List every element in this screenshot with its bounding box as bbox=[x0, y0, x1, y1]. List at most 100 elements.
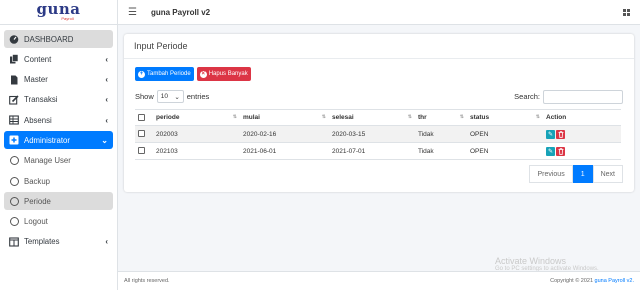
next-page-button[interactable]: Next bbox=[592, 165, 623, 183]
trash-icon[interactable] bbox=[556, 129, 565, 139]
footer-copyright: Copyright © 2021 guna Payroll v2. bbox=[550, 278, 634, 284]
columns-icon bbox=[9, 237, 19, 247]
sidebar-item-master[interactable]: Master ‹ bbox=[4, 71, 113, 89]
column-header-periode[interactable]: periode ⇅ bbox=[153, 109, 240, 126]
chevron-left-icon: ‹ bbox=[105, 115, 108, 125]
sidebar-item-label: Manage User bbox=[24, 156, 71, 166]
circle-icon bbox=[9, 196, 19, 206]
page-1-button[interactable]: 1 bbox=[572, 165, 593, 183]
periode-table: periode ⇅ mulai ⇅ selesai ⇅ thr ⇅ status ⇅ Ac… bbox=[135, 109, 621, 160]
sort-icon: ⇅ bbox=[459, 114, 464, 120]
cell-periode: 202103 bbox=[153, 142, 240, 160]
cell-selesai: 2020-03-15 bbox=[329, 125, 415, 143]
watermark-title: Activate Windows bbox=[495, 256, 567, 266]
column-header-thr[interactable]: thr ⇅ bbox=[415, 109, 467, 126]
cell-mulai: 2020-02-16 bbox=[240, 125, 329, 143]
edit-icon bbox=[9, 95, 19, 105]
search-input[interactable] bbox=[543, 89, 623, 104]
page-title: guna Payroll v2 bbox=[150, 7, 211, 17]
pagination: Previous 1 Next bbox=[135, 165, 623, 183]
row-checkbox[interactable] bbox=[138, 130, 145, 138]
sidebar-nav: DASHBOARD Content ‹ Master ‹ Transaksi ‹ bbox=[0, 25, 117, 258]
circle-icon bbox=[9, 176, 19, 186]
sidebar-item-label: Transaksi bbox=[24, 95, 58, 105]
row-checkbox[interactable] bbox=[138, 147, 145, 155]
chevron-left-icon: ‹ bbox=[105, 95, 108, 105]
sidebar-item-label: DASHBOARD bbox=[24, 34, 74, 44]
sidebar-item-label: Content bbox=[24, 54, 52, 64]
sidebar-item-label: Templates bbox=[24, 237, 60, 247]
sidebar-item-absensi[interactable]: Absensi ‹ bbox=[4, 111, 113, 129]
footer-rights: All rights reserved. bbox=[124, 278, 170, 284]
sidebar-item-logout[interactable]: Logout bbox=[4, 213, 113, 231]
file-icon bbox=[9, 75, 19, 85]
add-periode-label: Tambah Periode bbox=[147, 71, 191, 77]
cell-mulai: 2021-06-01 bbox=[240, 142, 329, 160]
select-all-checkbox[interactable] bbox=[138, 113, 145, 121]
brand-logo[interactable]: guna Payroll bbox=[0, 0, 117, 25]
footer: All rights reserved. Copyright © 2021 gu… bbox=[118, 271, 640, 290]
entries-select[interactable]: 10 ⌄ bbox=[156, 90, 184, 103]
cell-thr: Tidak bbox=[415, 142, 467, 160]
cell-selesai: 2021-07-01 bbox=[329, 142, 415, 160]
delete-many-button[interactable]: × Hapus Banyak bbox=[196, 67, 251, 81]
sort-icon: ⇅ bbox=[407, 114, 412, 120]
column-header-status[interactable]: status ⇅ bbox=[467, 109, 543, 126]
sort-icon: ⇅ bbox=[321, 114, 326, 120]
plus-square-icon bbox=[9, 135, 19, 145]
chevron-down-icon: ⌄ bbox=[101, 135, 108, 145]
menu-toggle-icon[interactable]: ☰ bbox=[128, 7, 137, 18]
copyright-text: Copyright © 2021 bbox=[550, 278, 594, 284]
table-icon bbox=[9, 115, 19, 125]
cell-status: OPEN bbox=[467, 125, 543, 143]
chevron-left-icon: ‹ bbox=[105, 237, 108, 247]
entries-label: entries bbox=[186, 92, 210, 101]
column-header-action: Action bbox=[543, 109, 621, 126]
table-row: 202003 2020-02-16 2020-03-15 Tidak OPEN … bbox=[135, 125, 621, 143]
sidebar-item-administrator[interactable]: Administrator ⌄ bbox=[4, 131, 113, 150]
footer-link[interactable]: guna Payroll v2. bbox=[595, 278, 634, 284]
sidebar-item-label: Absensi bbox=[24, 115, 52, 125]
sidebar-item-backup[interactable]: Backup bbox=[4, 172, 113, 190]
circle-icon bbox=[9, 156, 19, 166]
table-row: 202103 2021-06-01 2021-07-01 Tidak OPEN … bbox=[135, 142, 621, 160]
sidebar: guna Payroll DASHBOARD Content ‹ Master … bbox=[0, 0, 118, 290]
copy-icon bbox=[9, 54, 19, 64]
apps-grid-icon[interactable] bbox=[623, 8, 630, 16]
edit-icon[interactable]: ✎ bbox=[546, 129, 555, 139]
column-header-mulai[interactable]: mulai ⇅ bbox=[240, 109, 329, 126]
sidebar-item-dashboard[interactable]: DASHBOARD bbox=[4, 30, 113, 48]
periode-card: Input Periode + Tambah Periode × Hapus B… bbox=[124, 34, 634, 192]
sidebar-item-transaksi[interactable]: Transaksi ‹ bbox=[4, 91, 113, 109]
sidebar-item-content[interactable]: Content ‹ bbox=[4, 50, 113, 68]
card-title: Input Periode bbox=[124, 34, 634, 59]
chevron-left-icon: ‹ bbox=[105, 54, 108, 64]
show-label: Show bbox=[135, 92, 154, 101]
cell-periode: 202003 bbox=[153, 125, 240, 143]
logo-text: guna bbox=[36, 0, 81, 18]
sidebar-item-templates[interactable]: Templates ‹ bbox=[4, 233, 113, 251]
search-label: Search: bbox=[514, 92, 540, 101]
edit-icon[interactable]: ✎ bbox=[546, 146, 555, 156]
cell-thr: Tidak bbox=[415, 125, 467, 143]
select-all-header[interactable] bbox=[135, 109, 153, 126]
activate-windows-watermark: Activate Windows Go to PC settings to ac… bbox=[495, 256, 599, 272]
sidebar-item-label: Logout bbox=[24, 217, 48, 227]
column-header-selesai[interactable]: selesai ⇅ bbox=[329, 109, 415, 126]
circle-icon bbox=[9, 217, 19, 227]
sort-icon: ⇅ bbox=[232, 114, 237, 120]
x-circle-icon: × bbox=[199, 70, 207, 78]
sort-icon: ⇅ bbox=[535, 114, 540, 120]
sidebar-item-label: Master bbox=[24, 75, 48, 85]
trash-icon[interactable] bbox=[556, 146, 565, 156]
add-periode-button[interactable]: + Tambah Periode bbox=[135, 67, 194, 81]
sidebar-item-manage-user[interactable]: Manage User bbox=[4, 152, 113, 170]
previous-page-button[interactable]: Previous bbox=[529, 165, 573, 183]
cell-status: OPEN bbox=[467, 142, 543, 160]
chevron-down-icon: ⌄ bbox=[174, 93, 180, 101]
delete-many-label: Hapus Banyak bbox=[208, 71, 248, 77]
plus-circle-icon: + bbox=[138, 70, 145, 78]
sidebar-item-label: Administrator bbox=[24, 135, 70, 145]
dashboard-icon bbox=[9, 34, 19, 44]
sidebar-item-periode[interactable]: Periode bbox=[4, 192, 113, 211]
